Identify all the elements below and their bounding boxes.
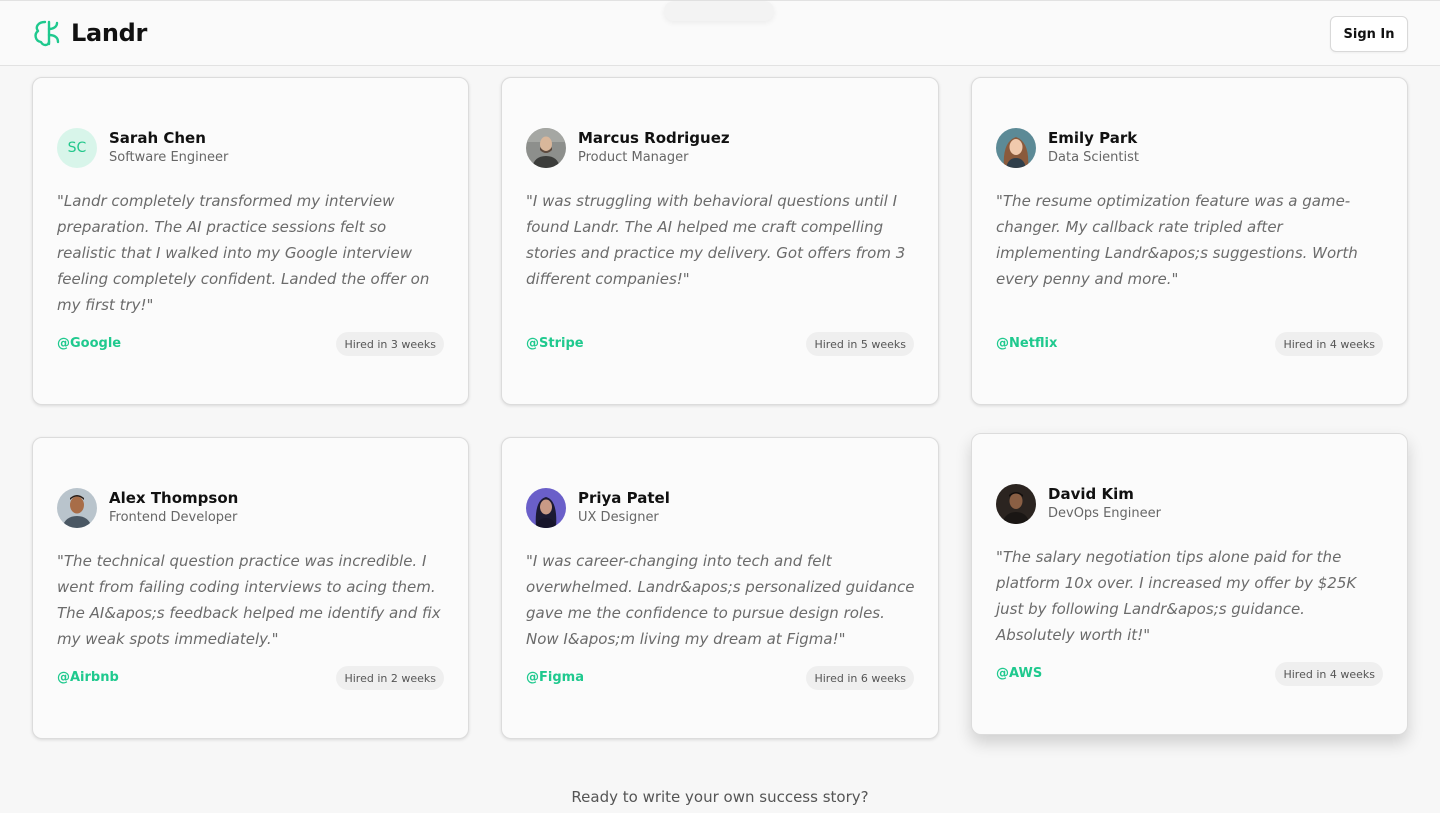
avatar	[526, 488, 566, 528]
avatar	[57, 488, 97, 528]
company-tag: @AWS	[996, 666, 1043, 681]
author-role: Data Scientist	[1048, 150, 1139, 165]
testimonial-quote: "The salary negotiation tips alone paid …	[996, 548, 1357, 644]
author-name: Priya Patel	[578, 489, 670, 507]
avatar-photo-icon	[57, 488, 97, 528]
testimonial-card: Emily Park Data Scientist "The resume op…	[971, 77, 1408, 405]
brand-name: Landr	[71, 19, 148, 47]
brand-logo-link[interactable]: Landr	[32, 18, 147, 48]
company-tag: @Airbnb	[57, 670, 119, 685]
testimonial-quote: "I was career-changing into tech and fel…	[526, 552, 915, 648]
author-role: UX Designer	[578, 510, 659, 525]
avatar	[996, 484, 1036, 524]
company-tag: @Stripe	[526, 336, 584, 351]
testimonial-author: Marcus Rodriguez Product Manager	[526, 128, 730, 168]
testimonial-card: Alex Thompson Frontend Developer "The te…	[32, 437, 469, 739]
hired-time-badge: Hired in 5 weeks	[806, 332, 914, 356]
cta-heading: Ready to write your own success story?	[571, 788, 869, 806]
testimonial-author: SC Sarah Chen Software Engineer	[57, 128, 228, 168]
avatar: SC	[57, 128, 97, 168]
avatar	[996, 128, 1036, 168]
testimonial-card: Marcus Rodriguez Product Manager "I was …	[501, 77, 939, 405]
avatar-photo-icon	[996, 484, 1036, 524]
author-name: Alex Thompson	[109, 489, 239, 507]
testimonial-author: Priya Patel UX Designer	[526, 488, 670, 528]
hired-time-badge: Hired in 4 weeks	[1275, 332, 1383, 356]
avatar-photo-icon	[526, 128, 566, 168]
hidden-nav-pill	[664, 1, 774, 21]
avatar-photo-icon	[526, 488, 566, 528]
testimonial-author: David Kim DevOps Engineer	[996, 484, 1161, 524]
testimonial-card: Priya Patel UX Designer "I was career-ch…	[501, 437, 939, 739]
company-tag: @Figma	[526, 670, 584, 685]
company-tag: @Google	[57, 336, 122, 351]
author-name: David Kim	[1048, 485, 1134, 503]
author-name: Sarah Chen	[109, 129, 206, 147]
top-nav-bar: Landr Sign In	[0, 0, 1440, 66]
hired-time-badge: Hired in 2 weeks	[336, 666, 444, 690]
hired-time-badge: Hired in 3 weeks	[336, 332, 444, 356]
testimonial-quote: "I was struggling with behavioral questi…	[526, 192, 906, 288]
avatar-photo-icon	[996, 128, 1036, 168]
author-role: DevOps Engineer	[1048, 506, 1161, 521]
testimonial-quote: "Landr completely transformed my intervi…	[57, 192, 430, 314]
testimonial-author: Alex Thompson Frontend Developer	[57, 488, 238, 528]
testimonial-author: Emily Park Data Scientist	[996, 128, 1139, 168]
sign-in-button[interactable]: Sign In	[1330, 16, 1408, 52]
company-tag: @Netflix	[996, 336, 1058, 351]
hired-time-badge: Hired in 6 weeks	[806, 666, 914, 690]
author-role: Software Engineer	[109, 150, 229, 165]
testimonial-quote: "The resume optimization feature was a g…	[996, 192, 1358, 288]
author-name: Marcus Rodriguez	[578, 129, 730, 147]
author-role: Frontend Developer	[109, 510, 238, 525]
hired-time-badge: Hired in 4 weeks	[1275, 662, 1383, 686]
testimonial-quote: "The technical question practice was inc…	[57, 552, 441, 648]
testimonial-card: SC Sarah Chen Software Engineer "Landr c…	[32, 77, 469, 405]
landr-logo-icon	[34, 20, 60, 47]
author-role: Product Manager	[578, 150, 689, 165]
testimonial-card: David Kim DevOps Engineer "The salary ne…	[971, 433, 1408, 735]
avatar	[526, 128, 566, 168]
author-name: Emily Park	[1048, 129, 1138, 147]
